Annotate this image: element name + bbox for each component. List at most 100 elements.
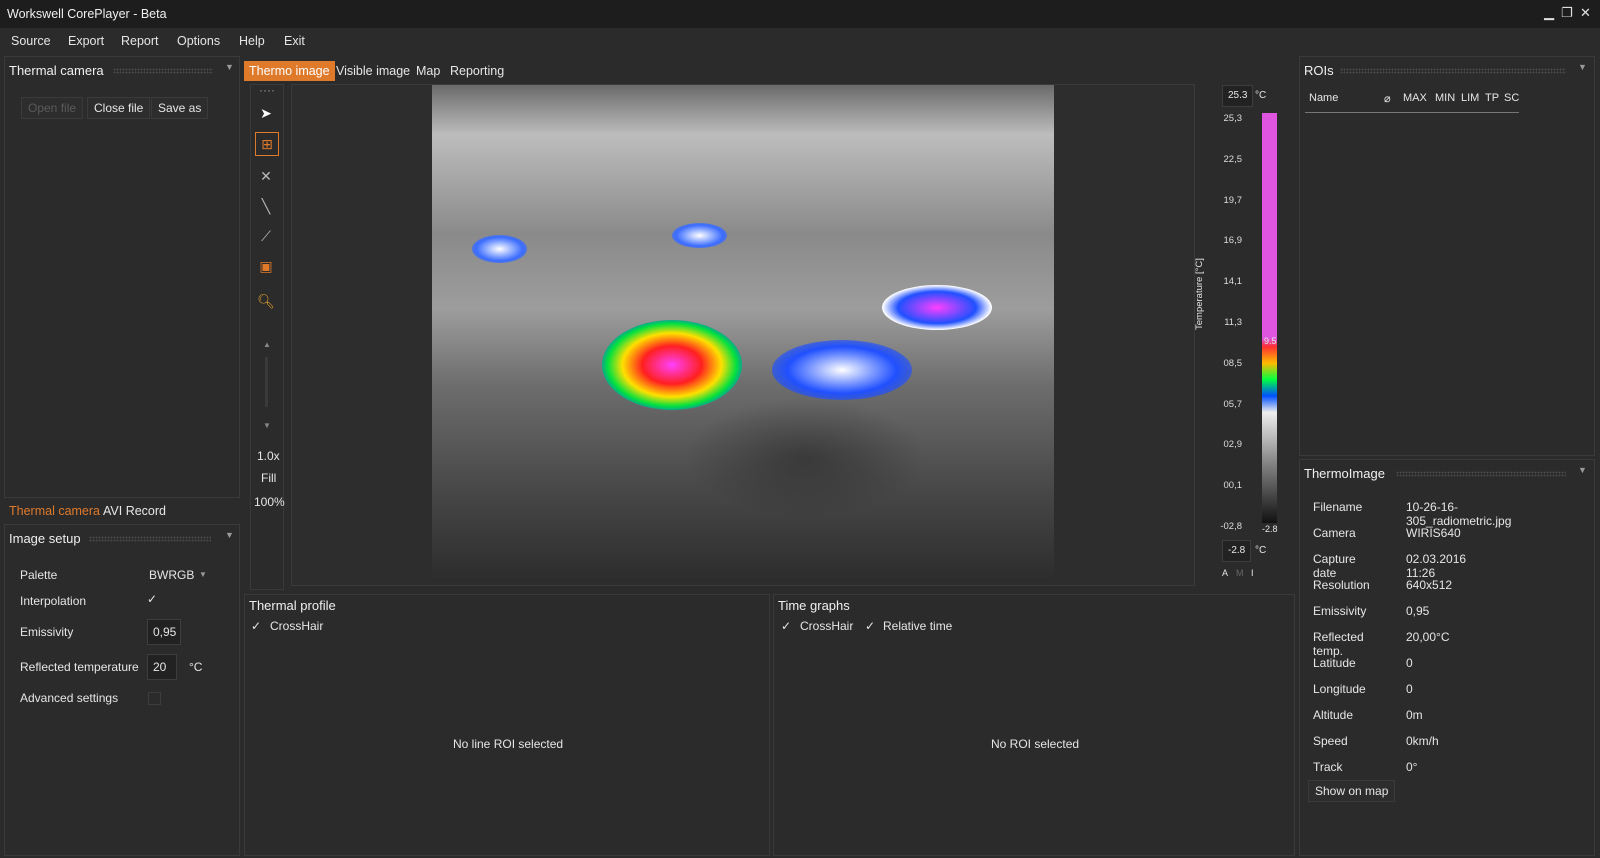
- tick-label: -02,8: [1220, 521, 1242, 532]
- menu-source[interactable]: Source: [11, 34, 51, 48]
- mode-manual[interactable]: M: [1236, 568, 1244, 578]
- collapse-arrow-icon[interactable]: ▼: [225, 62, 234, 72]
- tick-label: 16,9: [1223, 235, 1243, 246]
- empty-message: No ROI selected: [991, 737, 1080, 751]
- roi-header-underline: [1305, 112, 1519, 113]
- collapse-arrow-icon[interactable]: ▼: [1578, 465, 1587, 475]
- min-temp-input[interactable]: -2.8: [1222, 540, 1252, 562]
- grip-icon: ····: [259, 83, 275, 97]
- tick-label: 22,5: [1223, 154, 1243, 165]
- color-scale-bar[interactable]: [1262, 113, 1277, 523]
- palette-select[interactable]: BWRGB: [149, 568, 194, 582]
- rectangle-tool-icon[interactable]: ▣: [255, 255, 277, 277]
- roi-col-sc[interactable]: SC: [1504, 92, 1519, 104]
- empty-message: No line ROI selected: [453, 737, 564, 751]
- collapse-arrow-icon[interactable]: ▼: [1578, 62, 1587, 72]
- metadata-value: WIRIS640: [1406, 526, 1461, 540]
- close-file-button[interactable]: Close file: [87, 97, 151, 119]
- palette-label: Palette: [20, 568, 58, 582]
- zoom-level: 1.0x: [257, 449, 280, 463]
- max-temp-unit: °C: [1255, 90, 1267, 101]
- metadata-key: Altitude: [1313, 708, 1354, 722]
- zoom-up-icon[interactable]: ▲: [263, 340, 271, 349]
- roi-col-min[interactable]: MIN: [1435, 92, 1455, 104]
- header-divider: [89, 536, 211, 542]
- rois-panel: ROIs ▼: [1299, 56, 1595, 456]
- metadata-value: 0: [1406, 656, 1413, 670]
- line-tool-icon[interactable]: ╲: [255, 195, 277, 217]
- polyline-tool-icon[interactable]: ⟋: [255, 225, 277, 247]
- pointer-tool-icon[interactable]: ➤: [255, 102, 277, 124]
- metadata-value: 640x512: [1406, 578, 1453, 592]
- relative-time-label: Relative time: [883, 619, 953, 633]
- tick-label: 05,7: [1223, 399, 1243, 410]
- tick-label: 00,1: [1223, 480, 1243, 491]
- zoom-down-icon[interactable]: ▼: [263, 421, 271, 430]
- menu-options[interactable]: Options: [177, 34, 220, 48]
- close-icon[interactable]: ✕: [1580, 5, 1591, 21]
- zoom-tool-icon[interactable]: 🔍︎: [255, 290, 277, 312]
- header-divider: [113, 68, 213, 74]
- emissivity-input[interactable]: 0,95: [147, 619, 181, 645]
- menu-export[interactable]: Export: [68, 34, 104, 48]
- tick-label: 25,3: [1223, 113, 1243, 124]
- time-graphs-title: Time graphs: [778, 598, 850, 613]
- tab-avi-record[interactable]: AVI Record: [103, 504, 166, 518]
- add-roi-tool-icon[interactable]: ⊞: [255, 132, 279, 156]
- rois-title: ROIs: [1304, 63, 1334, 78]
- check-icon[interactable]: ✓: [781, 619, 791, 633]
- metadata-value: 0m: [1406, 708, 1423, 722]
- reflected-temperature-input[interactable]: 20: [147, 654, 177, 680]
- minimize-icon[interactable]: ▁: [1544, 5, 1554, 21]
- max-temp-input[interactable]: 25.3: [1222, 85, 1254, 107]
- tab-visible-image[interactable]: Visible image: [331, 61, 415, 81]
- tab-thermal-camera[interactable]: Thermal camera: [9, 504, 100, 518]
- hotspot: [772, 340, 912, 400]
- metadata-key: Filename: [1313, 500, 1363, 514]
- upper-marker[interactable]: 9.5: [1264, 336, 1277, 346]
- menu-exit[interactable]: Exit: [284, 34, 305, 48]
- mode-auto[interactable]: A: [1222, 568, 1228, 578]
- fill-button[interactable]: Fill: [261, 471, 276, 485]
- title-bar: Workswell CorePlayer - Beta ▁ ❐ ✕: [0, 0, 1600, 28]
- thermal-camera-title: Thermal camera: [9, 63, 104, 78]
- percent-label: 100%: [254, 495, 285, 509]
- check-icon[interactable]: ✓: [865, 619, 875, 633]
- roi-col-lim[interactable]: LIM: [1461, 92, 1479, 104]
- tick-label: 08,5: [1223, 358, 1243, 369]
- hotspot: [672, 223, 727, 248]
- metadata-value: 02.03.2016 11:26: [1406, 552, 1467, 580]
- menu-help[interactable]: Help: [239, 34, 265, 48]
- zoom-slider[interactable]: [265, 357, 268, 407]
- interpolation-checkbox[interactable]: ✓: [147, 592, 157, 606]
- roi-col-max[interactable]: MAX: [1403, 92, 1427, 104]
- interpolation-label: Interpolation: [20, 594, 87, 608]
- tab-reporting[interactable]: Reporting: [445, 61, 509, 81]
- thermal-image[interactable]: [432, 85, 1054, 582]
- tab-thermo-image[interactable]: Thermo image: [244, 61, 335, 81]
- show-on-map-button[interactable]: Show on map: [1308, 780, 1396, 802]
- chevron-down-icon[interactable]: ▼: [199, 570, 207, 579]
- open-file-button[interactable]: Open file: [21, 97, 84, 119]
- advanced-settings-label: Advanced settings: [20, 691, 119, 705]
- reflected-unit: °C: [189, 660, 203, 674]
- advanced-settings-checkbox[interactable]: [148, 692, 161, 705]
- save-as-button[interactable]: Save as: [151, 97, 209, 119]
- tab-map[interactable]: Map: [411, 61, 445, 81]
- check-icon[interactable]: ✓: [251, 619, 261, 633]
- mode-interactive[interactable]: I: [1251, 568, 1254, 578]
- reflected-temperature-label: Reflected temperature: [20, 660, 139, 674]
- collapse-arrow-icon[interactable]: ▼: [225, 530, 234, 540]
- menu-report[interactable]: Report: [121, 34, 159, 48]
- roi-col-tp[interactable]: TP: [1485, 92, 1499, 104]
- lower-marker[interactable]: -2.8: [1262, 524, 1278, 534]
- roi-col-name[interactable]: Name: [1309, 92, 1338, 104]
- thermal-camera-panel: Thermal camera ▼ Open file Close file Sa…: [4, 56, 240, 498]
- crosshair-tool-icon[interactable]: ✕: [255, 165, 277, 187]
- restore-icon[interactable]: ❐: [1561, 5, 1573, 21]
- metadata-value: 0,95: [1406, 604, 1430, 618]
- metadata-value: 0km/h: [1406, 734, 1439, 748]
- metadata-value: 10-26-16-305_radiometric.jpg: [1406, 500, 1512, 528]
- roi-col-avg[interactable]: ⌀: [1384, 92, 1391, 105]
- hotspot: [602, 320, 742, 410]
